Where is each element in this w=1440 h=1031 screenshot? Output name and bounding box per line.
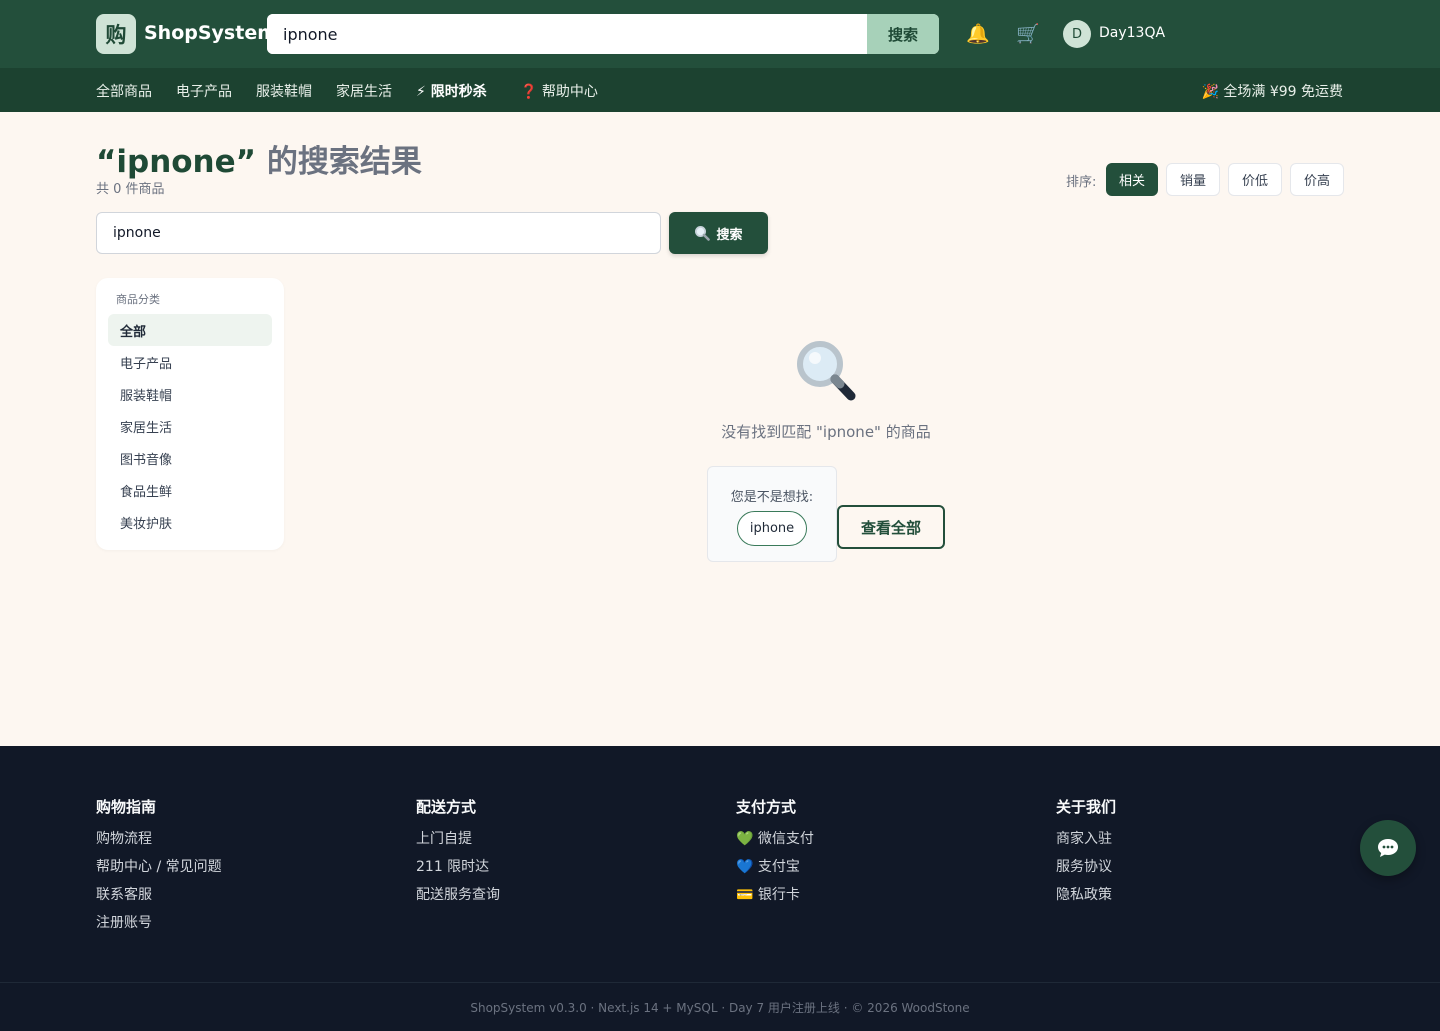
nav-item-electronics[interactable]: 电子产品	[176, 81, 232, 101]
free-shipping-promo: 🎉 全场满 ¥99 免运费	[1201, 84, 1343, 100]
top-header: 购 ShopSystem 搜索 🔔 🛒 D Day13QA	[0, 0, 1440, 68]
view-all-button[interactable]: 查看全部	[837, 505, 945, 549]
sort-price-high-button[interactable]: 价高	[1290, 163, 1344, 196]
search-input[interactable]	[96, 212, 661, 254]
footer-column-about: 关于我们 商家入驻 服务协议 隐私政策	[1056, 796, 1116, 914]
sort-price-low-button[interactable]: 价低	[1228, 163, 1282, 196]
footer-link[interactable]: 配送服务查询	[416, 886, 500, 914]
footer-column-guide: 购物指南 购物流程 帮助中心 / 常见问题 联系客服 注册账号	[96, 796, 222, 942]
footer-link[interactable]: 帮助中心 / 常见问题	[96, 858, 222, 886]
sort-relevance-button[interactable]: 相关	[1106, 163, 1158, 196]
nav-item-clothing[interactable]: 服装鞋帽	[256, 81, 312, 101]
category-panel: 商品分类 全部 电子产品 服装鞋帽 家居生活 图书音像 食品生鲜 美妆护肤	[96, 278, 284, 550]
suggestion-chip[interactable]: iphone	[737, 511, 807, 546]
magnifier-icon	[797, 341, 856, 401]
header-search: 搜索	[267, 14, 939, 54]
sort-sales-button[interactable]: 销量	[1166, 163, 1220, 196]
footer-link[interactable]: 购物流程	[96, 830, 222, 858]
chat-bubble-icon	[1378, 839, 1398, 857]
footer-link[interactable]: 隐私政策	[1056, 886, 1116, 914]
footer-column-delivery: 配送方式 上门自提 211 限时达 配送服务查询	[416, 796, 500, 914]
search-button[interactable]: 搜索	[669, 212, 768, 254]
brand-name[interactable]: ShopSystem	[144, 22, 277, 44]
footer-link[interactable]: 联系客服	[96, 886, 222, 914]
category-item-electronics[interactable]: 电子产品	[108, 346, 272, 378]
footer: 购物指南 购物流程 帮助中心 / 常见问题 联系客服 注册账号 配送方式 上门自…	[0, 746, 1440, 1031]
footer-link[interactable]: 211 限时达	[416, 858, 500, 886]
nav-item-help[interactable]: ❓ 帮助中心	[520, 81, 598, 101]
footer-heading: 配送方式	[416, 798, 477, 816]
username[interactable]: Day13QA	[1099, 25, 1165, 41]
category-item-food[interactable]: 食品生鲜	[108, 474, 272, 506]
search-button-label: 搜索	[716, 227, 743, 243]
suggestion-box: 您是不是想找: iphone	[707, 466, 837, 562]
footer-divider	[0, 982, 1440, 983]
header-search-input[interactable]	[267, 14, 867, 54]
footer-link[interactable]: 商家入驻	[1056, 830, 1116, 858]
category-item-clothing[interactable]: 服装鞋帽	[108, 378, 272, 410]
nav-item-flash-sale[interactable]: ⚡ 限时秒杀	[416, 81, 487, 101]
logo-icon[interactable]: 购	[96, 14, 136, 54]
nav-item-home[interactable]: 家居生活	[336, 81, 392, 101]
cart-icon[interactable]: 🛒	[1015, 20, 1041, 46]
avatar[interactable]: D	[1063, 20, 1091, 48]
result-count: 共 0 件商品	[96, 182, 165, 197]
nav-item-all[interactable]: 全部商品	[96, 81, 152, 101]
footer-link[interactable]: 注册账号	[96, 914, 222, 942]
footer-column-payment: 支付方式 💚 微信支付 💙 支付宝 💳 银行卡	[736, 796, 814, 914]
page-title-suffix: 的搜索结果	[256, 144, 422, 180]
footer-link[interactable]: 💙 支付宝	[736, 858, 814, 886]
category-item-beauty[interactable]: 美妆护肤	[108, 506, 272, 538]
category-item-books[interactable]: 图书音像	[108, 442, 272, 474]
category-nav: 全部商品 电子产品 服装鞋帽 家居生活 ⚡ 限时秒杀 ❓ 帮助中心 🎉 全场满 …	[0, 68, 1440, 112]
page-title: “ipnone” 的搜索结果	[96, 136, 422, 181]
category-panel-title: 商品分类	[116, 293, 160, 306]
copyright: ShopSystem v0.3.0 · Next.js 14 + MySQL ·…	[470, 1001, 970, 1015]
bell-icon[interactable]: 🔔	[965, 20, 991, 46]
footer-link[interactable]: 上门自提	[416, 830, 500, 858]
sort-label: 排序:	[1066, 175, 1097, 190]
header-search-button[interactable]: 搜索	[867, 14, 939, 54]
suggestion-label: 您是不是想找:	[730, 490, 814, 505]
empty-message: 没有找到匹配 "ipnone" 的商品	[721, 423, 931, 441]
category-item-all[interactable]: 全部	[108, 314, 272, 346]
footer-link[interactable]: 💚 微信支付	[736, 830, 814, 858]
footer-heading: 关于我们	[1056, 798, 1117, 816]
footer-link[interactable]: 💳 银行卡	[736, 886, 814, 914]
magnifier-icon	[695, 226, 711, 241]
footer-heading: 购物指南	[96, 798, 157, 816]
search-query: “ipnone”	[96, 144, 257, 180]
category-item-home[interactable]: 家居生活	[108, 410, 272, 442]
footer-heading: 支付方式	[736, 798, 797, 816]
footer-link[interactable]: 服务协议	[1056, 858, 1116, 886]
chat-button[interactable]	[1360, 820, 1416, 876]
